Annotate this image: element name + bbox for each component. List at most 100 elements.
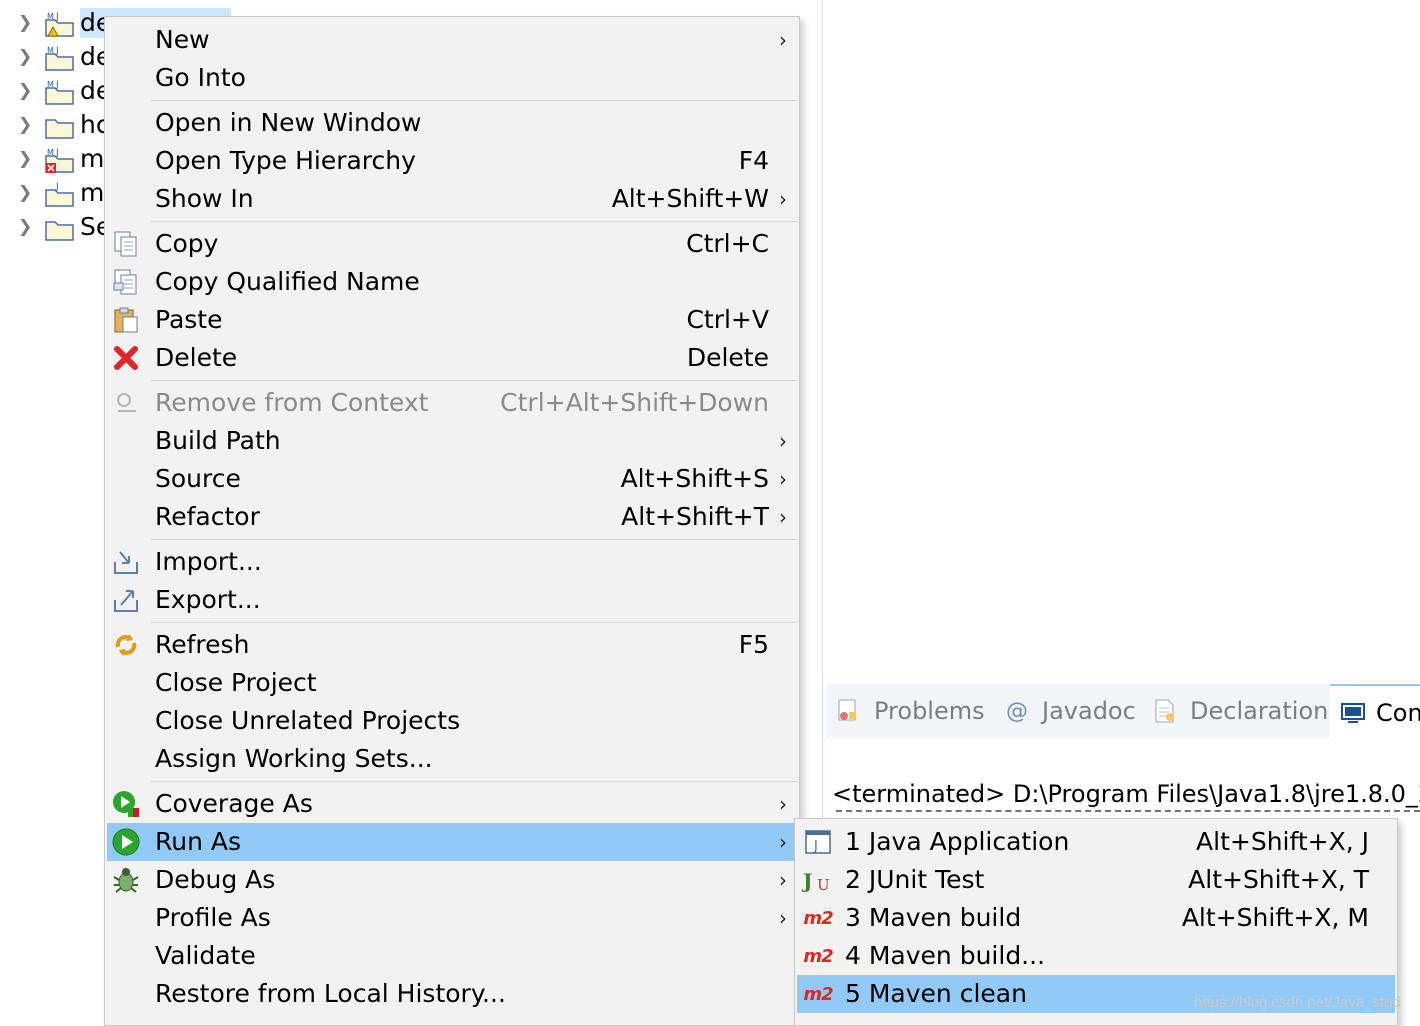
menu-separator	[151, 539, 797, 540]
svg-text:M: M	[47, 80, 54, 89]
menu-item-copy[interactable]: Copy Ctrl+C	[107, 225, 797, 263]
menu-item-new[interactable]: New ›	[107, 21, 797, 59]
chevron-right-icon[interactable]: ❯	[18, 49, 34, 66]
menu-item-open-in-new-window[interactable]: Open in New Window	[107, 104, 797, 142]
console-divider	[836, 810, 1420, 818]
svg-text:J: J	[802, 869, 812, 893]
menu-item-shortcut: Delete	[686, 343, 769, 372]
chevron-right-icon: ›	[779, 467, 787, 491]
menu-item-refresh[interactable]: Refresh F5	[107, 626, 797, 664]
menu-item-label: Build Path	[155, 426, 281, 455]
tab-problems[interactable]: Problems	[834, 684, 985, 738]
chevron-right-icon[interactable]: ❯	[18, 185, 34, 202]
console-icon	[1340, 698, 1366, 728]
folder-project-icon	[44, 214, 76, 242]
menu-item-go-into[interactable]: Go Into	[107, 59, 797, 97]
menu-item-export[interactable]: Export...	[107, 581, 797, 619]
tab-label: Declaration	[1190, 697, 1329, 725]
svg-text:M: M	[47, 46, 54, 55]
menu-item-label: Profile As	[155, 903, 271, 932]
menu-item-copy-qualified-name[interactable]: Copy Qualified Name	[107, 263, 797, 301]
menu-item-close-unrelated-projects[interactable]: Close Unrelated Projects	[107, 702, 797, 740]
chevron-right-icon: ›	[779, 868, 787, 892]
chevron-right-icon: ›	[779, 505, 787, 529]
menu-item-show-in[interactable]: Show In Alt+Shift+W ›	[107, 180, 797, 218]
menu-item-label: Go Into	[155, 63, 246, 92]
menu-item-label: Close Unrelated Projects	[155, 706, 461, 735]
maven-project-warning-icon: MJ	[44, 10, 76, 38]
copy-icon	[111, 229, 141, 259]
menu-item-debug-as[interactable]: Debug As ›	[107, 861, 797, 899]
menu-item-refactor[interactable]: Refactor Alt+Shift+T ›	[107, 498, 797, 536]
submenu-item-maven-build[interactable]: m2 3 Maven build Alt+Shift+X, M	[797, 899, 1395, 937]
menu-item-shortcut: Alt+Shift+T	[621, 502, 769, 531]
menu-item-build-path[interactable]: Build Path ›	[107, 422, 797, 460]
menu-item-remove-from-context: Remove from Context Ctrl+Alt+Shift+Down	[107, 384, 797, 422]
problems-icon	[834, 696, 864, 726]
menu-item-profile-as[interactable]: Profile As ›	[107, 899, 797, 937]
tab-console[interactable]: Con	[1330, 684, 1420, 740]
menu-item-run-as[interactable]: Run As ›	[107, 823, 797, 861]
menu-item-import[interactable]: Import...	[107, 543, 797, 581]
menu-item-validate[interactable]: Validate	[107, 937, 797, 975]
svg-text:J: J	[55, 80, 59, 90]
chevron-right-icon[interactable]: ❯	[18, 15, 34, 32]
menu-item-label: Source	[155, 464, 241, 493]
menu-item-label: Assign Working Sets...	[155, 744, 433, 773]
submenu-item-junit-test[interactable]: JU 2 JUnit Test Alt+Shift+X, T	[797, 861, 1395, 899]
menu-item-label: New	[155, 25, 210, 54]
svg-text:M: M	[47, 12, 54, 21]
chevron-right-icon: ›	[779, 429, 787, 453]
submenu-item-shortcut: Alt+Shift+X, M	[1181, 903, 1369, 932]
menu-item-label: Open Type Hierarchy	[155, 146, 416, 175]
menu-separator	[151, 100, 797, 101]
menu-item-shortcut: F5	[738, 630, 769, 659]
menu-item-label: Refresh	[155, 630, 250, 659]
menu-item-paste[interactable]: Paste Ctrl+V	[107, 301, 797, 339]
menu-item-label: Open in New Window	[155, 108, 422, 137]
maven-project-icon: J	[44, 180, 76, 208]
menu-item-label: Import...	[155, 547, 262, 576]
tree-item-label: m	[80, 144, 105, 173]
declaration-icon	[1150, 696, 1180, 726]
submenu-item-label: 1 Java Application	[845, 827, 1070, 856]
junit-icon: JU	[801, 865, 835, 895]
maven-project-error-icon: MJ	[44, 146, 76, 174]
menu-item-delete[interactable]: Delete Delete	[107, 339, 797, 377]
refresh-icon	[111, 630, 141, 660]
watermark: https://blog.csdn.net/Java_stud	[1194, 994, 1401, 1011]
maven-m2-icon: m2	[803, 983, 833, 1005]
svg-text:J: J	[55, 46, 59, 56]
menu-item-shortcut: Alt+Shift+S	[620, 464, 769, 493]
svg-text:M: M	[47, 148, 54, 157]
menu-item-shortcut: Alt+Shift+W	[611, 184, 769, 213]
svg-text:J: J	[813, 839, 818, 854]
tab-label: Problems	[874, 697, 985, 725]
menu-item-coverage-as[interactable]: Coverage As ›	[107, 785, 797, 823]
menu-item-close-project[interactable]: Close Project	[107, 664, 797, 702]
menu-item-source[interactable]: Source Alt+Shift+S ›	[107, 460, 797, 498]
remove-from-context-icon	[111, 388, 141, 418]
editor-area[interactable]	[822, 0, 1420, 672]
chevron-right-icon[interactable]: ❯	[18, 219, 34, 236]
export-icon	[111, 585, 141, 615]
menu-item-assign-working-sets[interactable]: Assign Working Sets...	[107, 740, 797, 778]
svg-text:J: J	[55, 182, 59, 192]
submenu-item-maven-build-dialog[interactable]: m2 4 Maven build...	[797, 937, 1395, 975]
tab-javadoc[interactable]: @ Javadoc	[1002, 684, 1136, 738]
menu-item-label: Remove from Context	[155, 388, 429, 417]
maven-m2-icon: m2	[803, 945, 833, 967]
chevron-right-icon: ›	[779, 28, 787, 52]
chevron-right-icon[interactable]: ❯	[18, 117, 34, 134]
menu-item-label: Paste	[155, 305, 223, 334]
delete-icon	[111, 343, 141, 373]
menu-item-label: Copy Qualified Name	[155, 267, 420, 296]
submenu-item-shortcut: Alt+Shift+X, T	[1188, 865, 1369, 894]
submenu-item-java-application[interactable]: J 1 Java Application Alt+Shift+X, J	[797, 823, 1395, 861]
menu-item-open-type-hierarchy[interactable]: Open Type Hierarchy F4	[107, 142, 797, 180]
chevron-right-icon[interactable]: ❯	[18, 83, 34, 100]
menu-item-restore-from-local-history[interactable]: Restore from Local History...	[107, 975, 797, 1013]
chevron-right-icon[interactable]: ❯	[18, 151, 34, 168]
tab-declaration[interactable]: Declaration	[1150, 684, 1328, 738]
menu-item-shortcut: F4	[738, 146, 769, 175]
